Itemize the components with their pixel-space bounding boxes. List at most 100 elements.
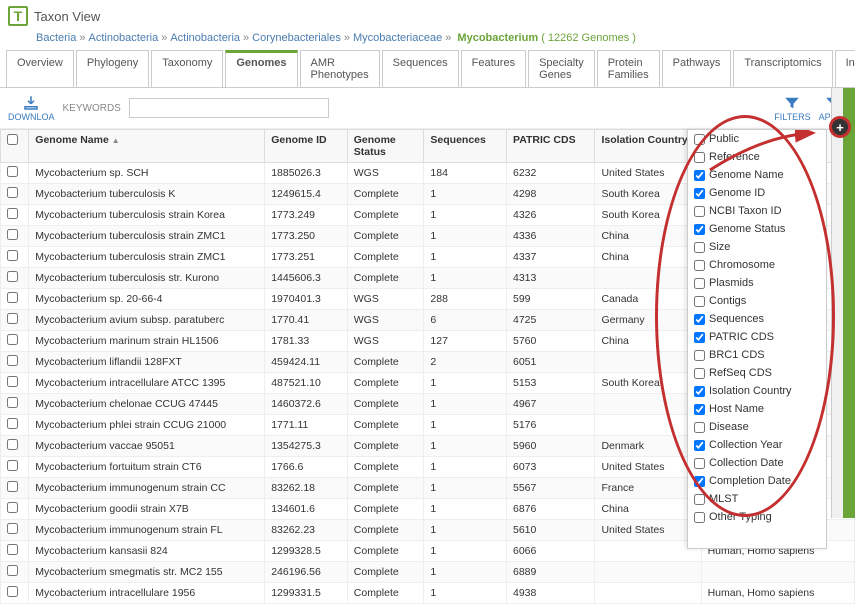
select-all-checkbox[interactable]	[7, 134, 18, 145]
column-option[interactable]: Chromosome	[688, 256, 826, 274]
tab-features[interactable]: Features	[461, 50, 526, 87]
column-checkbox[interactable]	[694, 332, 705, 343]
column-checkbox[interactable]	[694, 350, 705, 361]
tab-genomes[interactable]: Genomes	[225, 50, 297, 87]
row-checkbox[interactable]	[7, 250, 18, 261]
row-checkbox[interactable]	[7, 397, 18, 408]
table-cell: Mycobacterium phlei strain CCUG 21000	[29, 415, 265, 436]
row-checkbox[interactable]	[7, 292, 18, 303]
column-option[interactable]: Contigs	[688, 292, 826, 310]
column-checkbox[interactable]	[694, 242, 705, 253]
column-option[interactable]: Sequences	[688, 310, 826, 328]
breadcrumb-link[interactable]: Mycobacteriaceae	[353, 32, 442, 44]
breadcrumb-link[interactable]: Bacteria	[36, 32, 76, 44]
column-checkbox[interactable]	[694, 188, 705, 199]
column-checkbox[interactable]	[694, 422, 705, 433]
filters-button[interactable]: FILTERS	[774, 94, 810, 122]
column-option[interactable]: Genome Name	[688, 166, 826, 184]
tab-interac[interactable]: Interac	[835, 50, 855, 87]
column-checkbox[interactable]	[694, 296, 705, 307]
row-checkbox[interactable]	[7, 208, 18, 219]
column-option[interactable]: Size	[688, 238, 826, 256]
column-option[interactable]: Public	[688, 130, 826, 148]
column-checkbox[interactable]	[694, 260, 705, 271]
column-option[interactable]: RefSeq CDS	[688, 364, 826, 382]
row-checkbox[interactable]	[7, 187, 18, 198]
column-checkbox[interactable]	[694, 224, 705, 235]
right-sidebar[interactable]	[843, 88, 855, 518]
row-checkbox[interactable]	[7, 418, 18, 429]
column-checkbox[interactable]	[694, 476, 705, 487]
column-option[interactable]: Isolation Country	[688, 382, 826, 400]
row-checkbox[interactable]	[7, 313, 18, 324]
row-checkbox[interactable]	[7, 565, 18, 576]
breadcrumb-link[interactable]: Actinobacteria	[170, 32, 240, 44]
tab-overview[interactable]: Overview	[6, 50, 74, 87]
column-option[interactable]: Disease	[688, 418, 826, 436]
breadcrumb-link[interactable]: Corynebacteriales	[252, 32, 341, 44]
column-option[interactable]: MLST	[688, 490, 826, 508]
column-header[interactable]: Sequences	[424, 130, 507, 163]
download-button[interactable]: DOWNLOA	[8, 94, 55, 122]
row-checkbox[interactable]	[7, 271, 18, 282]
tab-protein-families[interactable]: Protein Families	[597, 50, 660, 87]
tab-pathways[interactable]: Pathways	[662, 50, 732, 87]
column-option[interactable]: Genome ID	[688, 184, 826, 202]
column-option[interactable]: Reference	[688, 148, 826, 166]
breadcrumb-link[interactable]: Actinobacteria	[88, 32, 158, 44]
row-checkbox[interactable]	[7, 460, 18, 471]
column-checkbox[interactable]	[694, 134, 705, 145]
column-option[interactable]: PATRIC CDS	[688, 328, 826, 346]
table-cell: Complete	[347, 415, 424, 436]
column-checkbox[interactable]	[694, 152, 705, 163]
column-option[interactable]: Genome Status	[688, 220, 826, 238]
tab-specialty-genes[interactable]: Specialty Genes	[528, 50, 595, 87]
scrollbar[interactable]	[831, 88, 843, 518]
column-checkbox[interactable]	[694, 440, 705, 451]
column-checkbox[interactable]	[694, 458, 705, 469]
tab-taxonomy[interactable]: Taxonomy	[151, 50, 223, 87]
row-checkbox[interactable]	[7, 523, 18, 534]
row-checkbox[interactable]	[7, 544, 18, 555]
row-checkbox[interactable]	[7, 481, 18, 492]
column-header[interactable]: PATRIC CDS	[506, 130, 594, 163]
column-checkbox[interactable]	[694, 206, 705, 217]
column-header[interactable]: Genome ID	[265, 130, 348, 163]
column-checkbox[interactable]	[694, 386, 705, 397]
column-option[interactable]: BRC1 CDS	[688, 346, 826, 364]
row-checkbox[interactable]	[7, 439, 18, 450]
column-option[interactable]: Collection Year	[688, 436, 826, 454]
column-option[interactable]: Other Typing	[688, 508, 826, 526]
row-checkbox[interactable]	[7, 166, 18, 177]
column-header[interactable]: Genome Status	[347, 130, 424, 163]
row-checkbox[interactable]	[7, 502, 18, 513]
breadcrumb-current[interactable]: Mycobacterium	[457, 32, 538, 44]
column-option[interactable]: Completion Date	[688, 472, 826, 490]
column-option[interactable]: Host Name	[688, 400, 826, 418]
tab-sequences[interactable]: Sequences	[382, 50, 459, 87]
column-checkbox[interactable]	[694, 512, 705, 523]
column-option[interactable]: Collection Date	[688, 454, 826, 472]
column-option[interactable]: Plasmids	[688, 274, 826, 292]
row-checkbox[interactable]	[7, 586, 18, 597]
column-checkbox[interactable]	[694, 170, 705, 181]
tab-amr-phenotypes[interactable]: AMR Phenotypes	[300, 50, 380, 87]
keywords-input[interactable]	[129, 98, 329, 118]
column-header[interactable]: Isolation Country	[595, 130, 701, 163]
column-header[interactable]: Genome Name ▲	[29, 130, 265, 163]
row-checkbox[interactable]	[7, 355, 18, 366]
row-checkbox[interactable]	[7, 334, 18, 345]
row-checkbox[interactable]	[7, 376, 18, 387]
column-checkbox[interactable]	[694, 278, 705, 289]
add-column-button[interactable]: +	[832, 119, 848, 135]
column-checkbox[interactable]	[694, 494, 705, 505]
tab-transcriptomics[interactable]: Transcriptomics	[733, 50, 832, 87]
table-row[interactable]: Mycobacterium smegmatis str. MC2 1552461…	[1, 562, 855, 583]
column-checkbox[interactable]	[694, 314, 705, 325]
tab-phylogeny[interactable]: Phylogeny	[76, 50, 149, 87]
column-option[interactable]: NCBI Taxon ID	[688, 202, 826, 220]
column-checkbox[interactable]	[694, 404, 705, 415]
table-row[interactable]: Mycobacterium intracellulare 19561299331…	[1, 583, 855, 604]
column-checkbox[interactable]	[694, 368, 705, 379]
row-checkbox[interactable]	[7, 229, 18, 240]
